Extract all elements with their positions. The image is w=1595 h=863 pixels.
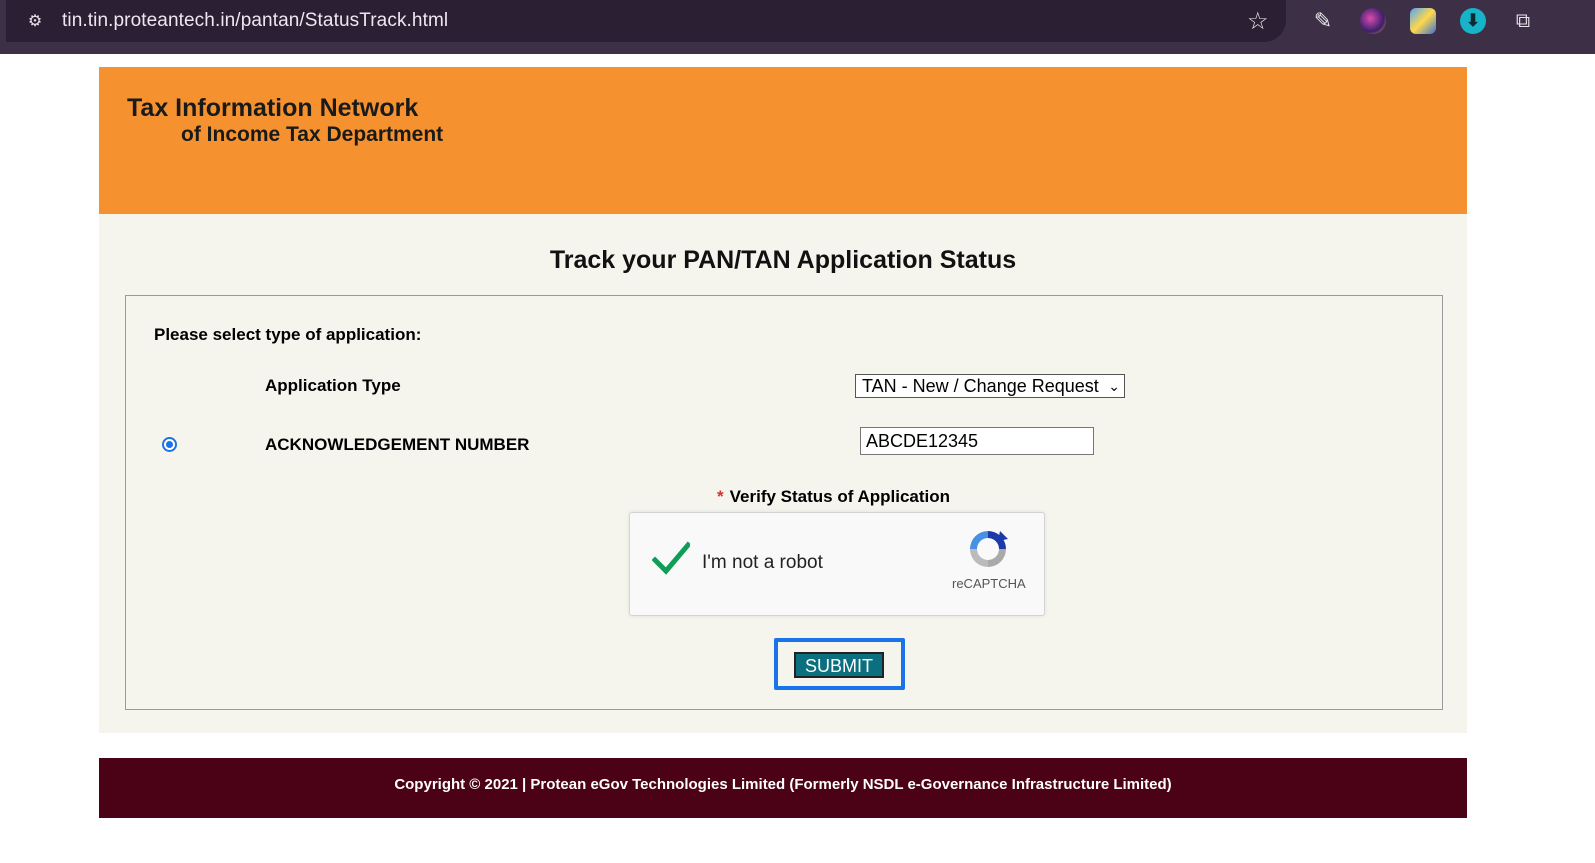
site-header: Tax Information Network of Income Tax De… <box>99 67 1467 214</box>
extension-icon[interactable] <box>1360 8 1386 34</box>
recaptcha-brand-text: reCAPTCHA <box>952 576 1026 591</box>
acknowledgement-radio[interactable] <box>162 437 177 452</box>
download-icon[interactable]: ⬇ <box>1460 8 1486 34</box>
url-text[interactable]: tin.tin.proteantech.in/pantan/StatusTrac… <box>62 10 448 32</box>
copyright-text: Copyright © 2021 | Protean eGov Technolo… <box>394 776 1172 793</box>
site-subtitle: of Income Tax Department <box>181 123 444 146</box>
recaptcha-logo-icon <box>970 531 1008 567</box>
captcha-checkbox-label: I'm not a robot <box>702 552 823 573</box>
bookmark-star-icon[interactable]: ☆ <box>1247 7 1269 36</box>
required-asterisk: * <box>717 487 724 506</box>
chevron-down-icon: ⌄ <box>1108 378 1120 394</box>
site-info-icon[interactable]: ⚙ <box>22 9 48 35</box>
main-content: Track your PAN/TAN Application Status Pl… <box>99 214 1467 733</box>
status-track-form: Please select type of application: Appli… <box>125 295 1443 710</box>
application-type-value: TAN - New / Change Request <box>862 376 1099 396</box>
address-bar[interactable]: ⚙ tin.tin.proteantech.in/pantan/StatusTr… <box>6 0 1286 42</box>
submit-button[interactable]: SUBMIT <box>794 652 884 678</box>
browser-toolbar: ⚙ tin.tin.proteantech.in/pantan/StatusTr… <box>0 0 1595 54</box>
eyedropper-icon[interactable]: ✎ <box>1310 8 1336 34</box>
page-title: Track your PAN/TAN Application Status <box>549 246 1017 274</box>
select-type-prompt: Please select type of application: <box>154 325 422 344</box>
recaptcha-widget: I'm not a robot reCAPTCHA <box>629 512 1045 616</box>
extensions-puzzle-icon[interactable]: ⧉ <box>1510 8 1536 34</box>
site-title: Tax Information Network <box>127 94 419 122</box>
application-type-label: Application Type <box>265 376 401 395</box>
checkmark-icon[interactable] <box>652 539 690 577</box>
site-footer: Copyright © 2021 | Protean eGov Technolo… <box>99 758 1467 818</box>
radio-selected-dot <box>166 441 173 448</box>
verify-status-text: Verify Status of Application <box>729 487 951 506</box>
acknowledgement-label: ACKNOWLEDGEMENT NUMBER <box>265 435 530 454</box>
extension-icon[interactable] <box>1410 8 1436 34</box>
application-type-select[interactable]: TAN - New / Change Request ⌄ <box>855 374 1125 398</box>
acknowledgement-number-input[interactable]: ABCDE12345 <box>860 427 1094 455</box>
verify-status-label: * Verify Status of Application <box>717 487 950 507</box>
